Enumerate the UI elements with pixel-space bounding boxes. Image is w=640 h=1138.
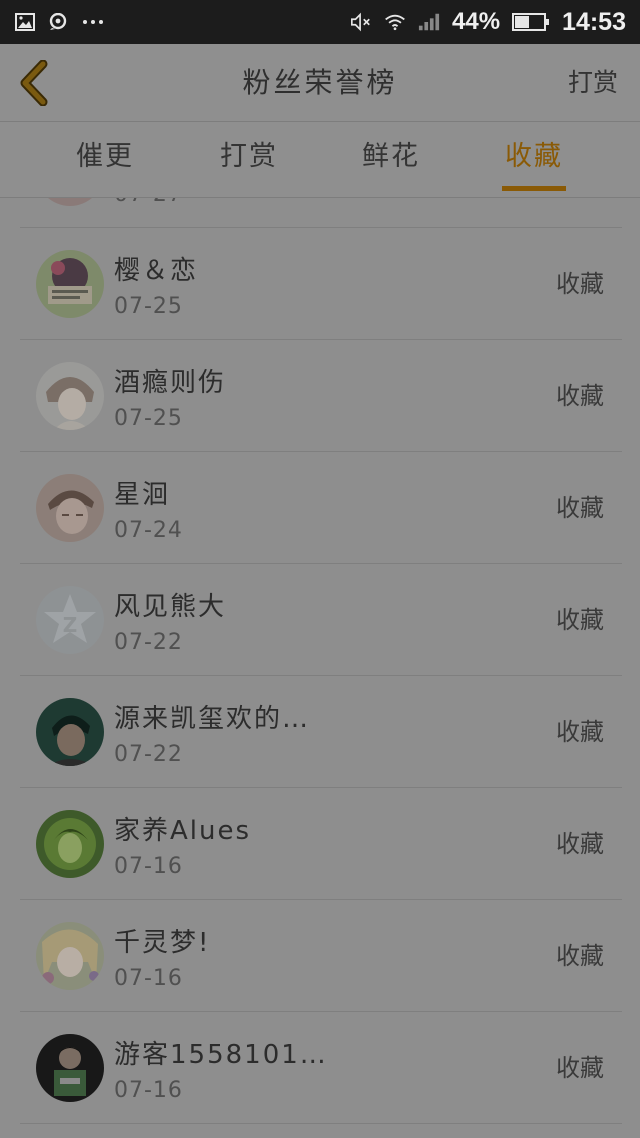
clock: 14:53 [562,7,626,36]
item-date: 07-16 [114,966,183,991]
list-item[interactable]: 源来凯玺欢的… 07-22 收藏 [20,676,622,788]
list-item[interactable]: 樱＆恋 07-25 收藏 [20,228,622,340]
battery-icon [512,12,550,32]
page-title: 粉丝荣誉榜 [242,66,398,99]
fan-list: 07-27 樱＆恋 07-25 收藏 酒瘾则伤 07-25 收藏 星洄 07-2… [20,198,622,1138]
item-name: 千灵梦! [114,928,211,958]
item-date: 07-22 [114,630,183,655]
signal-icon [418,12,440,32]
list-item[interactable]: 酒瘾则伤 07-25 收藏 [20,340,622,452]
image-icon [14,12,36,32]
item-action-label: 收藏 [556,270,604,298]
item-date: 07-24 [114,518,183,543]
avatar: Z [36,586,104,654]
item-name: 源来凯玺欢的… [114,704,311,734]
item-action-label: 收藏 [556,718,604,746]
item-name: 星洄 [114,480,171,510]
tab-tip[interactable]: 打赏 [189,122,309,198]
item-date: 07-27 [114,198,183,207]
mute-icon [350,12,372,32]
item-date: 07-25 [114,406,183,431]
avatar [36,250,104,318]
item-name: 风见熊大 [114,592,227,622]
default-avatar-icon: Z [36,586,104,654]
list-item[interactable]: 星洄 07-24 收藏 [20,452,622,564]
item-date: 07-16 [114,854,183,879]
svg-text:Z: Z [63,613,78,637]
avatar [36,810,104,878]
item-name: 游客1558101… [114,1040,328,1070]
list-item[interactable]: 游客1558101… 07-16 收藏 [20,1012,622,1124]
item-action-label: 收藏 [556,494,604,522]
item-action-label: 收藏 [556,942,604,970]
tip-button[interactable]: 打赏 [568,44,618,122]
item-name: 酒瘾则伤 [114,368,227,398]
more-icon [82,12,104,32]
list-item[interactable]: 家养Alues 07-16 收藏 [20,788,622,900]
item-action-label: 收藏 [556,1054,604,1082]
tab-urge[interactable]: 催更 [45,122,165,198]
item-name: 家养Alues [114,816,252,846]
item-action-label: 收藏 [556,830,604,858]
item-date: 07-16 [114,1078,183,1103]
notification-icon [48,12,70,32]
status-bar-left [14,12,104,32]
item-action-label: 收藏 [556,382,604,410]
status-bar-right: 44% 14:53 [350,8,626,37]
avatar [36,362,104,430]
avatar [36,474,104,542]
avatar [36,698,104,766]
app-header: 粉丝荣誉榜 打赏 [0,44,640,122]
avatar [36,198,104,206]
item-action-label: 收藏 [556,606,604,634]
item-date: 07-22 [114,742,183,767]
list-item[interactable]: 千灵梦! 07-16 收藏 [20,900,622,1012]
tab-flowers[interactable]: 鲜花 [331,122,451,198]
wifi-icon [384,12,406,32]
list-item[interactable]: Z 风见熊大 07-22 收藏 [20,564,622,676]
status-bar: 44% 14:53 [0,0,640,44]
active-tab-indicator [502,186,566,191]
avatar [36,1034,104,1102]
item-date: 07-25 [114,294,183,319]
item-name: 樱＆恋 [114,256,199,286]
battery-percentage: 44% [452,8,501,35]
list-item-partial[interactable]: 07-27 [20,198,622,228]
avatar [36,922,104,990]
